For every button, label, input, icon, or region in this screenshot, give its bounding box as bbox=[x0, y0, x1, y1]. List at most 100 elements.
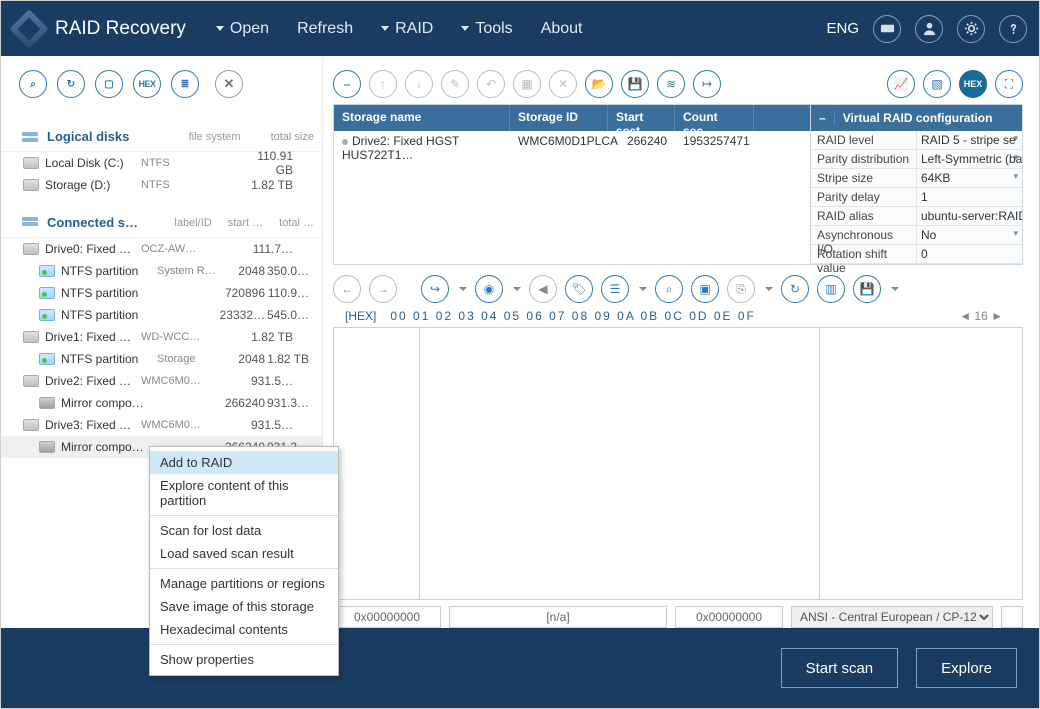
table-row[interactable]: Drive2: Fixed HGST HUS722T1… WMC6M0D1PLC… bbox=[334, 131, 810, 153]
main-menu: Open Refresh RAID Tools About bbox=[216, 20, 583, 38]
raid-toolbar: ⎯ ↑ ↓ ✎ ↶ ▦ ✕ 📂 💾 ≋ ↦ 📈 ▧ HEX ⛶ bbox=[333, 70, 1023, 98]
menu-open[interactable]: Open bbox=[216, 20, 269, 38]
raid-components-table: Storage name Storage ID Start sect… Coun… bbox=[333, 104, 1023, 265]
config-property[interactable]: RAID aliasubuntu-server:RAID1 bbox=[811, 207, 1022, 226]
hex-header: [HEX]00 01 02 03 04 05 06 07 08 09 0A 0B… bbox=[345, 309, 1023, 323]
menu-refresh[interactable]: Refresh bbox=[297, 20, 353, 38]
col-storage-id[interactable]: Storage ID bbox=[510, 105, 608, 131]
storage-row[interactable]: Mirror compo…266240931.3… bbox=[1, 392, 322, 414]
save-icon[interactable]: 💾 bbox=[621, 70, 649, 98]
col-count-sec[interactable]: Count sec… bbox=[675, 105, 754, 131]
columns-icon[interactable]: ▥ bbox=[817, 275, 845, 303]
close-panel-icon[interactable]: ✕ bbox=[215, 70, 243, 98]
offset2-field[interactable] bbox=[675, 606, 783, 628]
menu-about[interactable]: About bbox=[541, 20, 583, 38]
edit-icon[interactable]: ✎ bbox=[441, 70, 469, 98]
bookmark-icon[interactable]: ◉ bbox=[475, 275, 503, 303]
search-hex-icon[interactable]: ⌕ bbox=[655, 275, 683, 303]
app-title: RAID Recovery bbox=[55, 18, 186, 40]
image-icon[interactable]: ▢ bbox=[95, 70, 123, 98]
move-down-icon[interactable]: ↓ bbox=[405, 70, 433, 98]
collapse-icon[interactable]: – bbox=[811, 111, 835, 125]
open-icon[interactable]: 📂 bbox=[585, 70, 613, 98]
storage-row[interactable]: NTFS partitionSystem R…2048350.0… bbox=[1, 260, 322, 282]
hex-viewer[interactable] bbox=[333, 327, 1023, 600]
settings-icon[interactable] bbox=[957, 15, 985, 43]
storage-row[interactable]: NTFS partition720896110.9… bbox=[1, 282, 322, 304]
config-property[interactable]: Parity distributionLeft-Symmetric (ba bbox=[811, 150, 1022, 169]
storage-row[interactable]: NTFS partitionStorage20481.82 TB bbox=[1, 348, 322, 370]
undo-icon[interactable]: ↶ bbox=[477, 70, 505, 98]
list-icon[interactable]: ≣ bbox=[171, 70, 199, 98]
export-icon[interactable]: ↦ bbox=[693, 70, 721, 98]
info-field[interactable] bbox=[449, 606, 667, 628]
config-property[interactable]: RAID levelRAID 5 - stripe se bbox=[811, 131, 1022, 150]
status-square[interactable] bbox=[1001, 606, 1023, 628]
logical-disk-row[interactable]: Storage (D:)NTFS1.82 TB bbox=[1, 174, 322, 196]
context-item[interactable]: Scan for lost data bbox=[150, 519, 338, 542]
context-menu: Add to RAIDExplore content of this parti… bbox=[149, 446, 339, 676]
storage-row[interactable]: Drive3: Fixed …WMC6M0…931.5… bbox=[1, 414, 322, 436]
activity-icon[interactable]: 📈 bbox=[887, 70, 915, 98]
user-icon[interactable] bbox=[915, 15, 943, 43]
config-property[interactable]: Asynchronous I/ONo bbox=[811, 226, 1022, 245]
context-item[interactable]: Save image of this storage bbox=[150, 595, 338, 618]
help-icon[interactable] bbox=[999, 15, 1027, 43]
drive-icon bbox=[23, 157, 39, 169]
reload-icon[interactable]: ↻ bbox=[781, 275, 809, 303]
storage-row[interactable]: Drive0: Fixed …OCZ-AW…111.7… bbox=[1, 238, 322, 260]
title-bar: RAID Recovery Open Refresh RAID Tools Ab… bbox=[1, 1, 1039, 56]
drive-icon bbox=[23, 243, 39, 255]
refresh-drives-icon[interactable]: ↻ bbox=[57, 70, 85, 98]
remove-icon[interactable]: ✕ bbox=[549, 70, 577, 98]
partition-icon bbox=[39, 353, 55, 365]
list-struct-icon[interactable]: ☰ bbox=[601, 275, 629, 303]
copy-icon[interactable]: ⎘ bbox=[727, 275, 755, 303]
storage-row[interactable]: Drive1: Fixed …WD-WCC…1.82 TB bbox=[1, 326, 322, 348]
move-up-icon[interactable]: ↑ bbox=[369, 70, 397, 98]
hex-pager[interactable]: ◄ 16 ► bbox=[959, 309, 1003, 323]
encoding-select[interactable]: ANSI - Central European / CP-1250 bbox=[791, 606, 993, 628]
context-item[interactable]: Show properties bbox=[150, 648, 338, 671]
menu-tools[interactable]: Tools bbox=[461, 20, 512, 38]
storage-row[interactable]: Drive2: Fixed …WMC6M0…931.5… bbox=[1, 370, 322, 392]
jump-icon[interactable]: ↪ bbox=[421, 275, 449, 303]
context-item[interactable]: Load saved scan result bbox=[150, 542, 338, 565]
context-item[interactable]: Hexadecimal contents bbox=[150, 618, 338, 641]
context-item[interactable]: Manage partitions or regions bbox=[150, 572, 338, 595]
hex-icon[interactable]: HEX bbox=[133, 70, 161, 98]
logical-disks-header: Logical disks file systemtotal size bbox=[1, 122, 322, 152]
context-item[interactable]: Explore content of this partition bbox=[150, 474, 338, 512]
start-scan-button[interactable]: Start scan bbox=[781, 648, 899, 688]
storage-row[interactable]: NTFS partition23332…545.0… bbox=[1, 304, 322, 326]
find-drive-icon[interactable]: ⌕ bbox=[19, 70, 47, 98]
drive-icon bbox=[23, 331, 39, 343]
partition-icon bbox=[39, 265, 55, 277]
logical-disk-row[interactable]: Local Disk (C:)NTFS110.91 GB bbox=[1, 152, 322, 174]
fullscreen-icon[interactable]: ⛶ bbox=[995, 70, 1023, 98]
back-icon[interactable]: ← bbox=[333, 275, 361, 303]
menu-raid[interactable]: RAID bbox=[381, 20, 433, 38]
offset1-field[interactable] bbox=[333, 606, 441, 628]
drive-icon bbox=[23, 179, 39, 191]
config-property[interactable]: Stripe size64KB bbox=[811, 169, 1022, 188]
select-icon[interactable]: ▣ bbox=[691, 275, 719, 303]
partition-icon bbox=[39, 287, 55, 299]
tag-icon[interactable]: 🏷 bbox=[565, 275, 593, 303]
explore-button[interactable]: Explore bbox=[916, 648, 1017, 688]
save-hex-icon[interactable]: 💾 bbox=[853, 275, 881, 303]
forward-icon[interactable]: → bbox=[369, 275, 397, 303]
language-selector[interactable]: ENG bbox=[826, 20, 859, 37]
keyboard-icon[interactable] bbox=[873, 15, 901, 43]
col-storage-name[interactable]: Storage name bbox=[334, 105, 510, 131]
grid-icon[interactable]: ▦ bbox=[513, 70, 541, 98]
config-property[interactable]: Parity delay1 bbox=[811, 188, 1022, 207]
hex-mode-icon[interactable]: HEX bbox=[959, 70, 987, 98]
assemble-icon[interactable]: ⎯ bbox=[333, 70, 361, 98]
chart-icon[interactable]: ▧ bbox=[923, 70, 951, 98]
config-property[interactable]: Rotation shift value0 bbox=[811, 245, 1022, 264]
layers-icon[interactable]: ≋ bbox=[657, 70, 685, 98]
col-start-sect[interactable]: Start sect… bbox=[608, 105, 675, 131]
prev-mark-icon[interactable]: ◀ bbox=[529, 275, 557, 303]
context-item[interactable]: Add to RAID bbox=[150, 451, 338, 474]
